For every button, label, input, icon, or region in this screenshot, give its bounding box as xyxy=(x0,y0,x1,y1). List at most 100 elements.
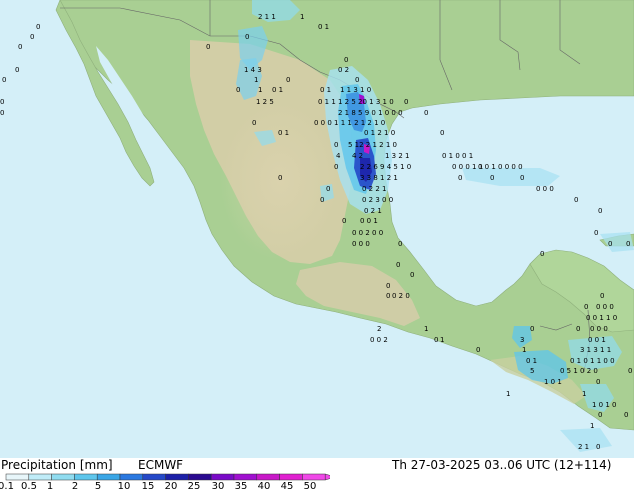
precip-value-label: 0 0 1 xyxy=(360,217,378,225)
precip-value-label: 2 1 1 xyxy=(258,13,276,21)
precip-value-label: 0 xyxy=(520,174,524,182)
precip-value-label: 4 2 xyxy=(352,152,363,160)
precip-value-label: 3 xyxy=(520,336,524,344)
precip-value-label: 0 xyxy=(540,250,544,258)
precip-value-label: 0 0 0 xyxy=(596,303,614,311)
precip-value-label: 0 1 1 xyxy=(318,98,336,106)
precip-value-label: 0 xyxy=(206,43,210,51)
legend-tick-label: 50 xyxy=(303,481,317,492)
legend-swatch xyxy=(119,473,144,481)
precip-value-label: 1 xyxy=(300,13,304,21)
precip-value-label: 1 xyxy=(440,336,444,344)
precip-value-label: 1 xyxy=(582,390,586,398)
precip-value-label: 0 1 0 1 1 0 0 xyxy=(570,357,615,365)
legend-tick-label: 15 xyxy=(141,481,155,492)
legend-swatch xyxy=(96,473,121,481)
precip-value-label: 0 xyxy=(440,129,444,137)
precip-value-label: 2 1 8 5 9 0 1 0 0 0 xyxy=(338,109,403,117)
precip-value-label: 0 xyxy=(36,23,40,31)
precip-value-label: 0 2 3 0 0 xyxy=(362,196,393,204)
footer-valid-time: Th 27-03-2025 03..06 UTC (12+114) xyxy=(392,458,612,472)
legend-swatch xyxy=(28,473,52,481)
precip-value-label: 0 xyxy=(386,292,390,300)
precip-value-label: 0 xyxy=(18,43,22,51)
precip-value-label: 0 1 2 1 0 xyxy=(364,129,395,137)
legend-tick-label: 25 xyxy=(187,481,201,492)
precip-value-label: 0 xyxy=(0,109,4,117)
precip-value-label: 0 xyxy=(236,86,240,94)
legend-tick-label: 40 xyxy=(257,481,271,492)
precip-value-label: 1 2 5 20 1 3 1 0 xyxy=(338,98,394,106)
precip-value-label: 4 xyxy=(336,152,341,160)
precip-value-label: 0 2 0 xyxy=(392,292,410,300)
precip-value-label: 1 1 3 1 0 xyxy=(340,86,371,94)
precip-value-label: 0 xyxy=(396,261,400,269)
precip-value-label: 1 3 2 1 xyxy=(385,152,410,160)
precip-value-label: 0 xyxy=(434,336,438,344)
legend-tick-label: 2 xyxy=(71,481,79,492)
precip-value-label: 0 xyxy=(252,119,256,127)
precip-value-label: 0 xyxy=(404,98,408,106)
legend-tick-label: 0.1 xyxy=(0,481,14,492)
legend-overflow-arrow xyxy=(324,473,330,481)
precip-value-label: 0 1 xyxy=(272,86,283,94)
precip-value-label: 1 0 1 xyxy=(544,378,562,386)
precip-value-label: 0 xyxy=(458,174,462,182)
precip-value-label: 0 xyxy=(596,378,600,386)
legend-swatch xyxy=(256,473,280,481)
precip-value-label: 1 4 3 xyxy=(244,66,262,74)
precip-value-label: 1 xyxy=(424,325,428,333)
legend-swatch xyxy=(302,473,326,481)
precip-value-label: 1 xyxy=(522,346,526,354)
precip-value-label: 1 2 5 xyxy=(256,98,274,106)
legend-tick-label: 20 xyxy=(164,481,178,492)
legend-swatch xyxy=(51,473,75,481)
precip-value-label: 0 xyxy=(410,271,414,279)
precip-value-label: 0 2 1 xyxy=(364,207,382,215)
precip-value-label: 2 2 6 9 4 5 1 0 xyxy=(360,163,411,171)
precip-value-label: 0 1 0 0 1 xyxy=(442,152,473,160)
legend-tick-label: 35 xyxy=(234,481,248,492)
legend-swatch xyxy=(74,473,98,481)
precip-value-label: 0 0 0 xyxy=(536,185,554,193)
footer-model: ECMWF xyxy=(138,458,184,472)
precip-value-label: 0 xyxy=(344,56,348,64)
precip-value-label: 0 xyxy=(386,282,390,290)
precip-value-label: 0 xyxy=(2,76,6,84)
precip-value-label: 0 xyxy=(326,185,330,193)
precip-value-label: 1 0 1 0 xyxy=(592,401,617,409)
precip-value-label: 0 xyxy=(490,174,494,182)
precip-value-label: 0 xyxy=(355,76,359,84)
precip-value-label: 0 xyxy=(320,196,324,204)
precip-value-label: 3 3 8 1 2 1 xyxy=(360,174,398,182)
precip-value-label: 0 0 1 0 0 0 0 xyxy=(478,163,523,171)
precip-value-label: 1 xyxy=(258,86,262,94)
precip-value-label: 0 1 xyxy=(526,357,537,365)
precip-value-label: 0 xyxy=(584,303,588,311)
precip-value-label: 0 xyxy=(334,163,338,171)
precip-value-label: 0 0 2 0 0 xyxy=(352,229,383,237)
footer-title: Precipitation [mm] xyxy=(1,458,113,472)
precip-value-label: 1 xyxy=(590,422,594,430)
legend-swatch xyxy=(279,473,303,481)
legend-swatch xyxy=(165,473,189,481)
precip-value-label: 0 0 0 xyxy=(590,325,608,333)
legend-colorbar xyxy=(5,473,330,481)
precip-value-label: 0 2 2 1 xyxy=(362,185,387,193)
legend-tick-label: 45 xyxy=(280,481,294,492)
precip-value-label: 0 xyxy=(600,292,604,300)
precip-value-label: 0 xyxy=(608,240,612,248)
precip-value-label: 0 0 1 1 0 xyxy=(586,314,617,322)
legend-tick-label: 5 xyxy=(94,481,102,492)
legend-tick-label: 0.5 xyxy=(21,481,37,492)
weather-map: 2 1 110 10000001 4 300 21000010 10 11 1 … xyxy=(0,0,634,458)
precip-value-label: 1 xyxy=(506,390,510,398)
precip-value-label: 0 xyxy=(626,240,630,248)
precip-value-label: 0 1 xyxy=(278,129,289,137)
precip-value-label: 0 xyxy=(598,411,602,419)
precip-value-label: 0 xyxy=(278,174,282,182)
precip-value-label: 0 1 xyxy=(320,86,331,94)
precip-value-label: 0 xyxy=(530,325,534,333)
precip-value-label: 0 xyxy=(598,207,602,215)
precip-value-label: 0 0 0 1 1 1 2 1 2 1 0 xyxy=(314,119,385,127)
